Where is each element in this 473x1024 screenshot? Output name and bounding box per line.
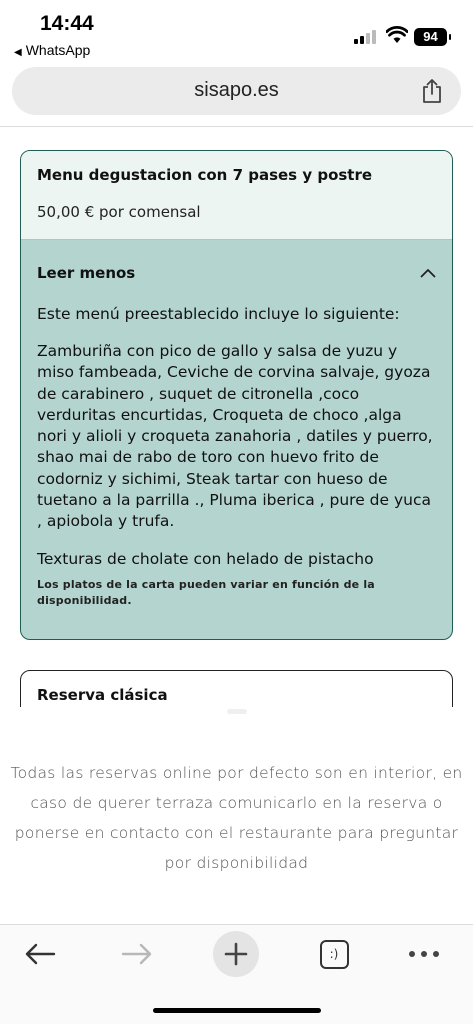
back-to-app-link[interactable]: ◀ WhatsApp	[14, 42, 90, 58]
status-time: 14:44	[40, 12, 94, 35]
back-triangle-icon: ◀	[14, 47, 22, 58]
url-text[interactable]: sisapo.es	[12, 79, 461, 102]
cellular-signal-icon	[354, 30, 378, 44]
new-tab-button[interactable]	[213, 931, 259, 977]
menu-note: Los platos de la carta pueden variar en …	[37, 577, 375, 608]
menu-card[interactable]: Menu degustacion con 7 pases y postre 50…	[20, 150, 453, 640]
back-button[interactable]	[20, 932, 60, 976]
arrow-right-icon	[121, 943, 152, 965]
menu-intro: Este menú preestablecido incluye lo sigu…	[37, 305, 400, 323]
arrow-left-icon	[25, 943, 56, 965]
menu-dishes: Zamburiña con pico de gallo y salsa de y…	[37, 342, 433, 531]
battery-indicator: 94	[414, 28, 451, 46]
read-less-toggle[interactable]: Leer menos	[37, 258, 436, 288]
chevron-up-icon[interactable]	[420, 268, 436, 278]
menu-card-body: Leer menos Este menú preestablecido incl…	[21, 240, 452, 610]
tabs-icon: :)	[319, 939, 349, 969]
address-bar[interactable]: sisapo.es	[12, 67, 461, 115]
tabs-button[interactable]: :)	[316, 932, 352, 976]
menu-title: Menu degustacion con 7 pases y postre	[37, 166, 373, 184]
scroll-handle[interactable]	[227, 709, 247, 714]
reserva-clasica-card[interactable]: Reserva clásica	[20, 670, 453, 707]
reservation-info-text: Todas las reservas online por defecto so…	[10, 764, 463, 872]
read-less-label: Leer menos	[37, 264, 136, 282]
menu-price: 50,00 € por comensal	[37, 203, 201, 221]
share-icon[interactable]	[421, 78, 443, 104]
forward-button[interactable]	[117, 932, 157, 976]
wifi-icon	[386, 26, 408, 43]
menu-card-header[interactable]: Menu degustacion con 7 pases y postre 50…	[21, 151, 452, 240]
more-dots-icon	[409, 951, 439, 957]
home-indicator[interactable]	[153, 1008, 321, 1013]
menu-dessert: Texturas de cholate con helado de pistac…	[37, 549, 374, 568]
back-app-label: WhatsApp	[25, 42, 91, 58]
plus-icon	[224, 942, 248, 966]
reserva-clasica-title: Reserva clásica	[37, 686, 168, 704]
status-bar: 14:44 ◀ WhatsApp 94	[0, 0, 473, 64]
more-menu-button[interactable]	[404, 932, 444, 976]
page-content[interactable]: Menu degustacion con 7 pases y postre 50…	[0, 127, 473, 707]
